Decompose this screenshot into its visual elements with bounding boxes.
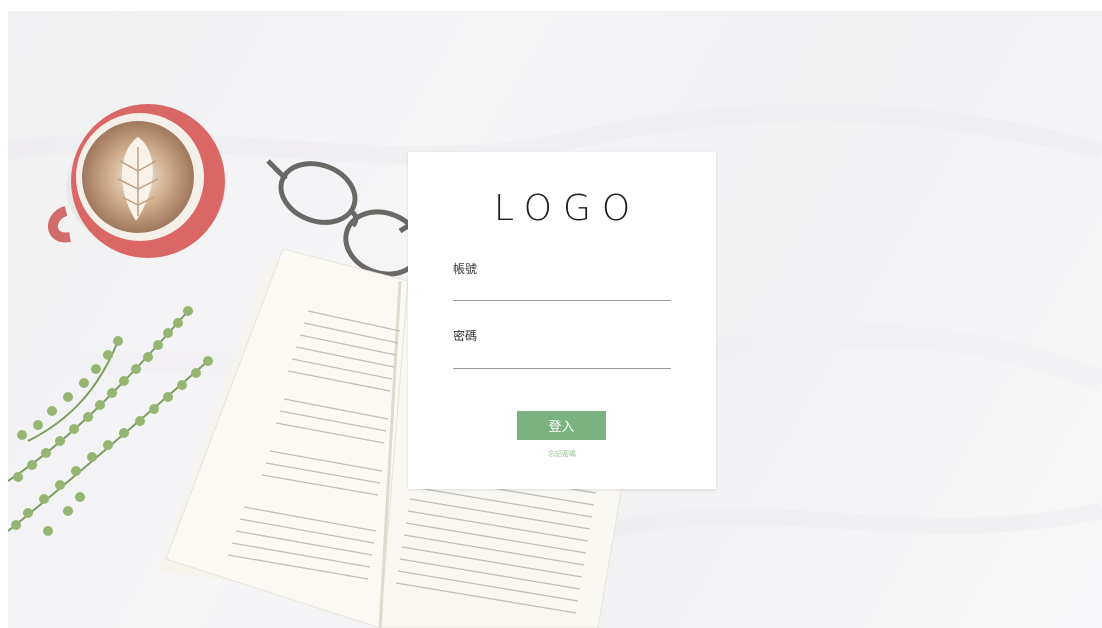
- account-input[interactable]: [453, 275, 671, 301]
- password-label: 密碼: [453, 329, 478, 343]
- forgot-password-link[interactable]: 忘記密碼: [408, 449, 716, 459]
- password-input[interactable]: [453, 343, 671, 369]
- login-button[interactable]: 登入: [517, 411, 606, 440]
- login-page: LOGO 帳號 密碼 登入 忘記密碼: [0, 0, 1102, 628]
- login-card: LOGO 帳號 密碼 登入 忘記密碼: [408, 152, 716, 489]
- logo: LOGO: [493, 188, 642, 229]
